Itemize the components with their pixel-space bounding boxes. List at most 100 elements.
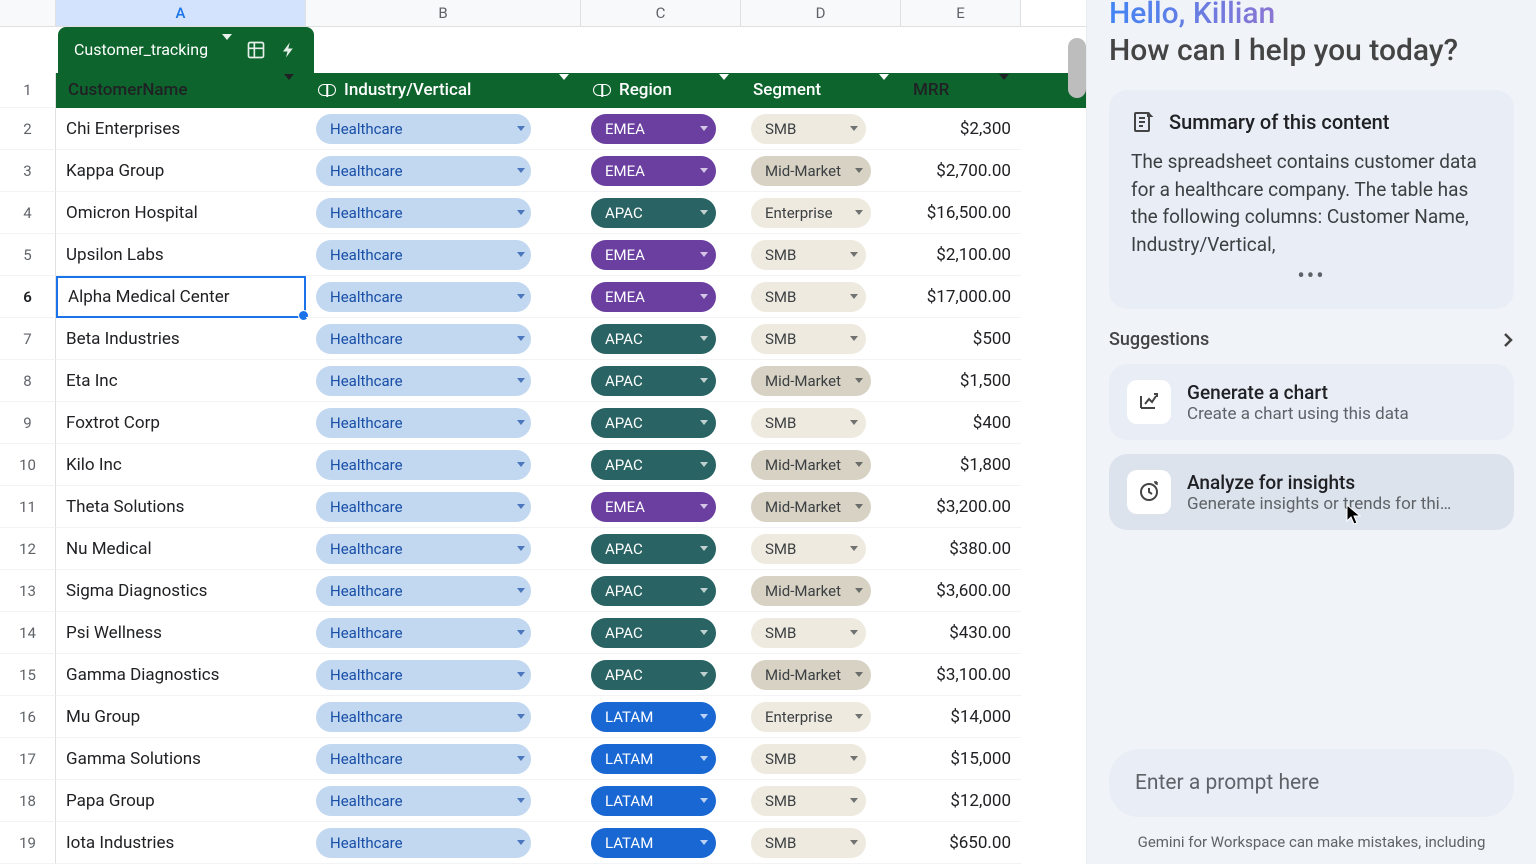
- cell-mrr[interactable]: $3,100.00: [901, 654, 1021, 696]
- cell-mrr[interactable]: $2,100.00: [901, 234, 1021, 276]
- cell-segment[interactable]: SMB: [741, 318, 901, 360]
- table-tab[interactable]: Customer_tracking: [58, 27, 314, 73]
- region-chip[interactable]: LATAM: [591, 702, 716, 732]
- chevron-down-icon[interactable]: [284, 80, 294, 100]
- region-chip[interactable]: APAC: [591, 198, 716, 228]
- suggestion-generate-chart[interactable]: Generate a chart Create a chart using th…: [1109, 364, 1514, 440]
- region-chip[interactable]: EMEA: [591, 492, 716, 522]
- column-header-a[interactable]: A: [56, 0, 306, 26]
- cell-region[interactable]: APAC: [581, 360, 741, 402]
- row-number[interactable]: 12: [0, 528, 56, 570]
- region-chip[interactable]: LATAM: [591, 786, 716, 816]
- cell-mrr[interactable]: $2,300: [901, 108, 1021, 150]
- cell-segment[interactable]: Mid-Market: [741, 360, 901, 402]
- cell-mrr[interactable]: $1,500: [901, 360, 1021, 402]
- region-chip[interactable]: APAC: [591, 576, 716, 606]
- cell-region[interactable]: LATAM: [581, 738, 741, 780]
- header-region[interactable]: Region: [581, 73, 741, 108]
- row-number[interactable]: 7: [0, 318, 56, 360]
- cell-customer-name[interactable]: Foxtrot Corp: [56, 402, 306, 444]
- industry-chip[interactable]: Healthcare: [316, 660, 531, 690]
- select-all-corner[interactable]: [0, 0, 56, 26]
- row-number[interactable]: 13: [0, 570, 56, 612]
- cell-industry[interactable]: Healthcare: [306, 822, 581, 864]
- region-chip[interactable]: EMEA: [591, 240, 716, 270]
- region-chip[interactable]: APAC: [591, 660, 716, 690]
- industry-chip[interactable]: Healthcare: [316, 324, 531, 354]
- cell-customer-name[interactable]: Iota Industries: [56, 822, 306, 864]
- cell-customer-name[interactable]: Theta Solutions: [56, 486, 306, 528]
- industry-chip[interactable]: Healthcare: [316, 618, 531, 648]
- cell-segment[interactable]: Mid-Market: [741, 150, 901, 192]
- segment-chip[interactable]: Mid-Market: [751, 492, 871, 522]
- cell-region[interactable]: LATAM: [581, 822, 741, 864]
- row-number[interactable]: 1: [0, 73, 56, 108]
- segment-chip[interactable]: SMB: [751, 744, 866, 774]
- cell-segment[interactable]: Mid-Market: [741, 486, 901, 528]
- row-number[interactable]: 19: [0, 822, 56, 864]
- segment-chip[interactable]: SMB: [751, 114, 866, 144]
- segment-chip[interactable]: Mid-Market: [751, 660, 871, 690]
- cell-industry[interactable]: Healthcare: [306, 318, 581, 360]
- expand-table-icon[interactable]: [246, 40, 266, 60]
- cell-customer-name[interactable]: Kilo Inc: [56, 444, 306, 486]
- cell-region[interactable]: APAC: [581, 444, 741, 486]
- column-header-e[interactable]: E: [901, 0, 1021, 26]
- cell-industry[interactable]: Healthcare: [306, 528, 581, 570]
- cell-mrr[interactable]: $15,000: [901, 738, 1021, 780]
- cell-mrr[interactable]: $3,200.00: [901, 486, 1021, 528]
- cell-segment[interactable]: SMB: [741, 738, 901, 780]
- cell-segment[interactable]: SMB: [741, 276, 901, 318]
- cell-region[interactable]: EMEA: [581, 276, 741, 318]
- cell-industry[interactable]: Healthcare: [306, 192, 581, 234]
- header-customername[interactable]: CustomerName: [56, 73, 306, 108]
- chevron-down-icon[interactable]: [719, 80, 729, 100]
- region-chip[interactable]: APAC: [591, 366, 716, 396]
- cell-region[interactable]: APAC: [581, 402, 741, 444]
- cell-mrr[interactable]: $12,000: [901, 780, 1021, 822]
- suggestions-header[interactable]: Suggestions: [1109, 329, 1514, 350]
- row-number[interactable]: 6: [0, 276, 56, 318]
- row-number[interactable]: 10: [0, 444, 56, 486]
- header-mrr[interactable]: MRR: [901, 73, 1021, 108]
- cell-industry[interactable]: Healthcare: [306, 654, 581, 696]
- cell-customer-name[interactable]: Chi Enterprises: [56, 108, 306, 150]
- cell-customer-name[interactable]: Sigma Diagnostics: [56, 570, 306, 612]
- region-chip[interactable]: APAC: [591, 618, 716, 648]
- header-industry[interactable]: Industry/Vertical: [306, 73, 581, 108]
- cell-region[interactable]: APAC: [581, 612, 741, 654]
- segment-chip[interactable]: SMB: [751, 282, 866, 312]
- cell-customer-name[interactable]: Eta Inc: [56, 360, 306, 402]
- cell-industry[interactable]: Healthcare: [306, 276, 581, 318]
- cell-region[interactable]: APAC: [581, 318, 741, 360]
- row-number[interactable]: 16: [0, 696, 56, 738]
- segment-chip[interactable]: SMB: [751, 786, 866, 816]
- cell-region[interactable]: LATAM: [581, 696, 741, 738]
- cell-mrr[interactable]: $14,000: [901, 696, 1021, 738]
- industry-chip[interactable]: Healthcare: [316, 744, 531, 774]
- cell-customer-name[interactable]: Upsilon Labs: [56, 234, 306, 276]
- segment-chip[interactable]: Enterprise: [751, 198, 871, 228]
- vertical-scrollbar[interactable]: [1068, 38, 1086, 98]
- segment-chip[interactable]: SMB: [751, 408, 866, 438]
- cell-region[interactable]: EMEA: [581, 234, 741, 276]
- cell-region[interactable]: EMEA: [581, 108, 741, 150]
- segment-chip[interactable]: SMB: [751, 618, 866, 648]
- industry-chip[interactable]: Healthcare: [316, 450, 531, 480]
- industry-chip[interactable]: Healthcare: [316, 702, 531, 732]
- cell-segment[interactable]: Mid-Market: [741, 654, 901, 696]
- region-chip[interactable]: EMEA: [591, 114, 716, 144]
- region-chip[interactable]: EMEA: [591, 156, 716, 186]
- cell-segment[interactable]: SMB: [741, 822, 901, 864]
- industry-chip[interactable]: Healthcare: [316, 240, 531, 270]
- cell-mrr[interactable]: $17,000.00: [901, 276, 1021, 318]
- segment-chip[interactable]: Mid-Market: [751, 366, 871, 396]
- cell-industry[interactable]: Healthcare: [306, 738, 581, 780]
- row-number[interactable]: 8: [0, 360, 56, 402]
- cell-segment[interactable]: SMB: [741, 780, 901, 822]
- cell-mrr[interactable]: $3,600.00: [901, 570, 1021, 612]
- cell-customer-name[interactable]: Papa Group: [56, 780, 306, 822]
- more-dots-icon[interactable]: •••: [1131, 264, 1492, 289]
- prompt-input[interactable]: Enter a prompt here: [1109, 749, 1514, 817]
- cell-mrr[interactable]: $400: [901, 402, 1021, 444]
